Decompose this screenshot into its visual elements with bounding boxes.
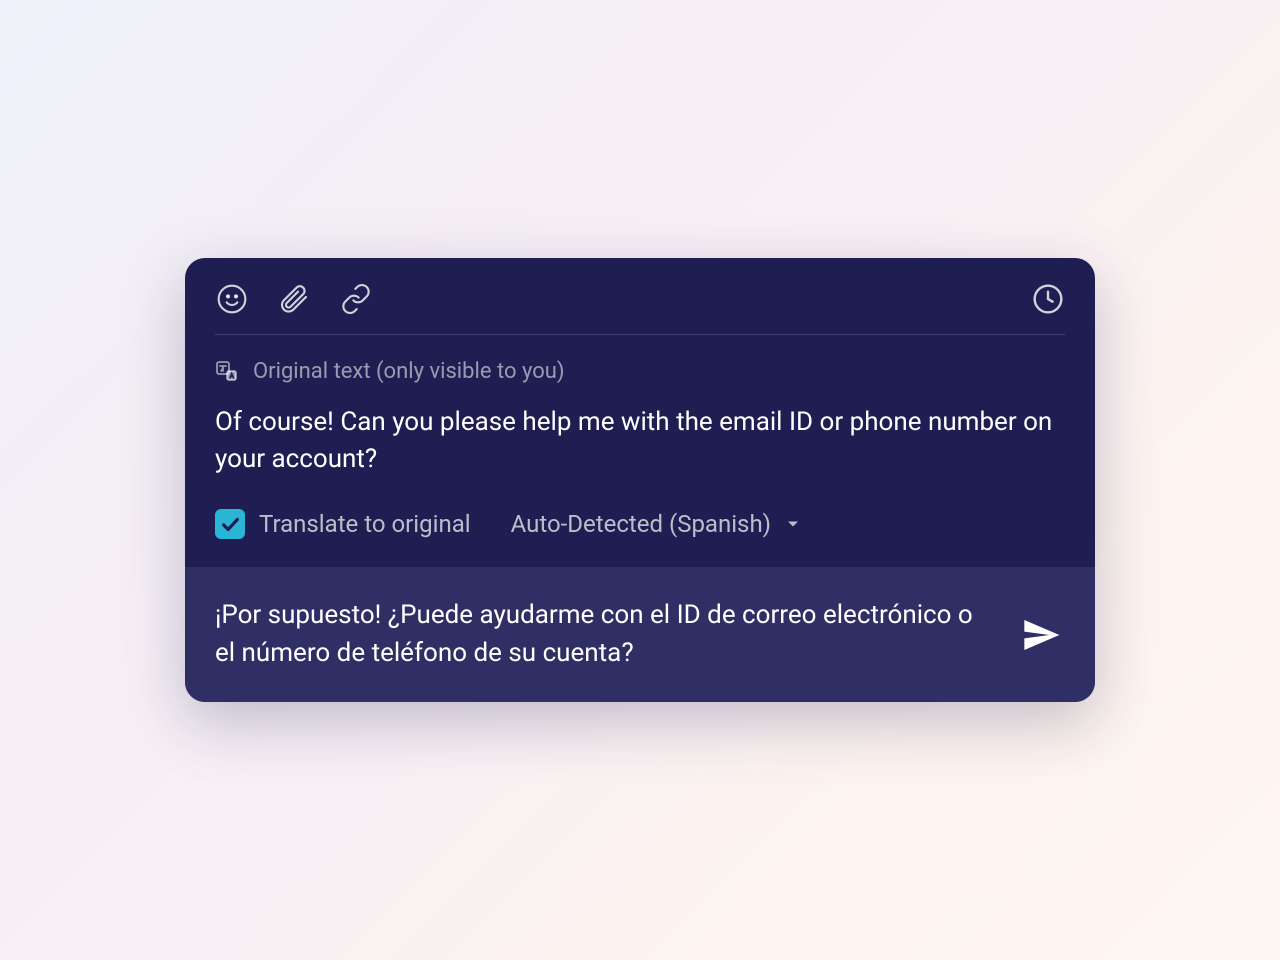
toolbar-left (215, 282, 373, 316)
hint-text: Original text (only visible to you) (253, 359, 565, 384)
translated-text: ¡Por supuesto! ¿Puede ayudarme con el ID… (215, 597, 987, 672)
send-button[interactable] (1017, 611, 1065, 659)
content: Original text (only visible to you) Of c… (185, 335, 1095, 567)
translate-checkbox-label: Translate to original (259, 510, 471, 538)
footer: ¡Por supuesto! ¿Puede ayudarme con el ID… (185, 567, 1095, 702)
translate-checkbox[interactable] (215, 509, 245, 539)
emoji-icon[interactable] (215, 282, 249, 316)
chevron-down-icon (783, 514, 803, 534)
clock-icon[interactable] (1031, 282, 1065, 316)
translate-checkbox-group: Translate to original (215, 509, 471, 539)
language-dropdown[interactable]: Auto-Detected (Spanish) (511, 510, 803, 538)
compose-card: Original text (only visible to you) Of c… (185, 258, 1095, 703)
attachment-icon[interactable] (277, 282, 311, 316)
original-text: Of course! Can you please help me with t… (215, 404, 1065, 479)
link-icon[interactable] (339, 282, 373, 316)
language-dropdown-label: Auto-Detected (Spanish) (511, 510, 771, 538)
translate-icon (215, 359, 239, 383)
header-row: Original text (only visible to you) (215, 359, 1065, 384)
toolbar (185, 258, 1095, 334)
controls-row: Translate to original Auto-Detected (Spa… (215, 509, 1065, 539)
